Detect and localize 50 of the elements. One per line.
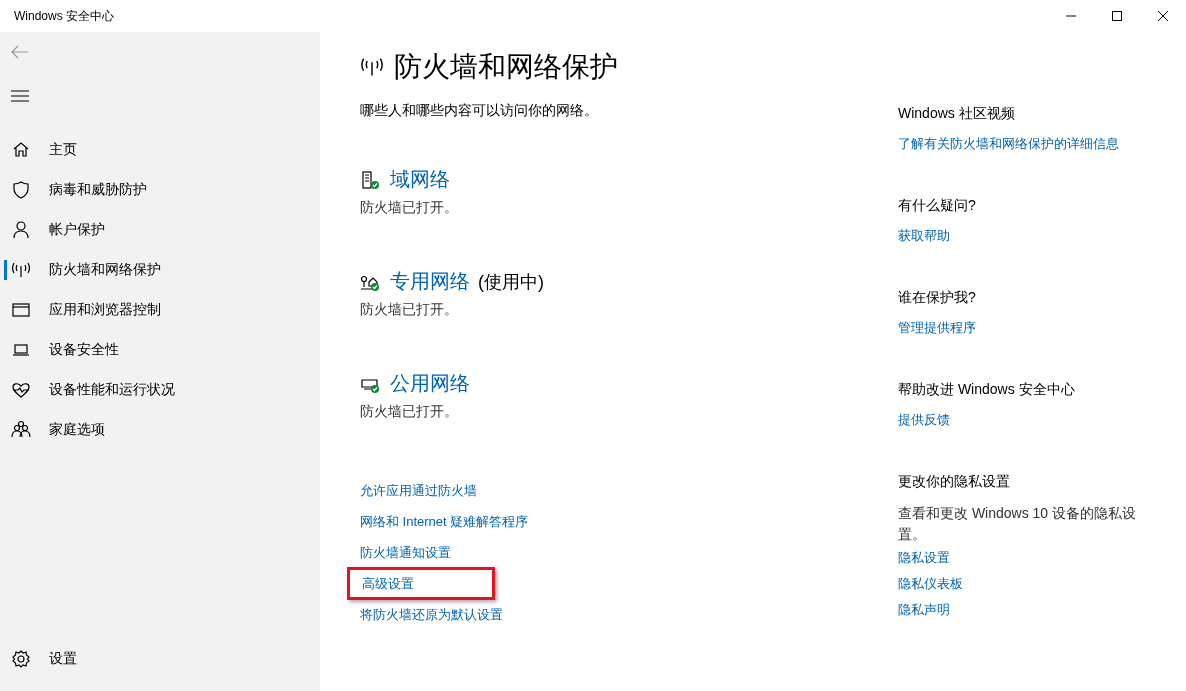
network-link[interactable]: 专用网络 [390,268,470,295]
firewall-status: 防火墙已打开。 [360,301,459,319]
settings-link[interactable]: 允许应用通过防火墙 [360,481,477,500]
heart-icon [11,380,31,400]
section-heading: 有什么疑问? [898,197,977,215]
settings-icon [11,649,31,669]
section-heading: 更改你的隐私设置 [898,473,1011,491]
help-link[interactable]: 隐私声明 [898,601,950,619]
browser-icon [11,300,31,320]
page-subtitle: 哪些人和哪些内容可以访问你的网络。 [360,102,599,120]
network-link[interactable]: 公用网络 [390,370,470,397]
family-icon [11,420,31,440]
sidebar-item[interactable]: 设备安全性 [0,330,320,370]
settings-link[interactable]: 防火墙通知设置 [360,543,451,562]
help-link[interactable]: 了解有关防火墙和网络保护的详细信息 [898,135,1119,153]
help-link[interactable]: 提供反馈 [898,411,950,429]
firewall-status: 防火墙已打开。 [360,403,459,421]
settings-item[interactable]: 设置 [0,639,320,679]
antenna-icon [11,260,31,280]
close-icon [1158,11,1168,21]
section-heading: Windows 社区视频 [898,105,1016,123]
help-link[interactable]: 管理提供程序 [898,319,976,337]
sidebar-item[interactable]: 病毒和威胁防护 [0,170,320,210]
sidebar-item[interactable]: 设备性能和运行状况 [0,370,320,410]
network-note: (使用中) [478,270,544,294]
sidebar-item[interactable]: 帐户保护 [0,210,320,250]
person-icon [11,220,31,240]
help-link[interactable]: 隐私仪表板 [898,575,963,593]
building-check-icon [360,169,380,190]
section-heading: 谁在保护我? [898,289,977,307]
shield-icon [11,180,31,200]
page-title: 防火墙和网络保护 [394,50,618,84]
window-title: Windows 安全中心 [14,7,114,25]
section-heading: 帮助改进 Windows 安全中心 [898,381,1076,399]
help-link[interactable]: 获取帮助 [898,227,950,245]
settings-link[interactable]: 网络和 Internet 疑难解答程序 [360,512,529,531]
firewall-status: 防火墙已打开。 [360,199,459,217]
maximize-icon [1112,11,1122,21]
back-arrow-icon [11,45,29,59]
settings-link[interactable]: 将防火墙还原为默认设置 [360,605,503,624]
section-text: 查看和更改 Windows 10 设备的隐私设置。 [898,504,1138,544]
help-link[interactable]: 隐私设置 [898,549,950,567]
home-icon [11,140,31,160]
highlighted-link[interactable]: 高级设置 [347,567,495,600]
sidebar-item[interactable]: 家庭选项 [0,410,320,450]
menu-icon [11,90,29,102]
sidebar-item[interactable]: 主页 [0,130,320,170]
sidebar-item[interactable]: 应用和浏览器控制 [0,290,320,330]
sidebar-item[interactable]: 防火墙和网络保护 [0,250,320,290]
network-link[interactable]: 域网络 [390,166,450,193]
